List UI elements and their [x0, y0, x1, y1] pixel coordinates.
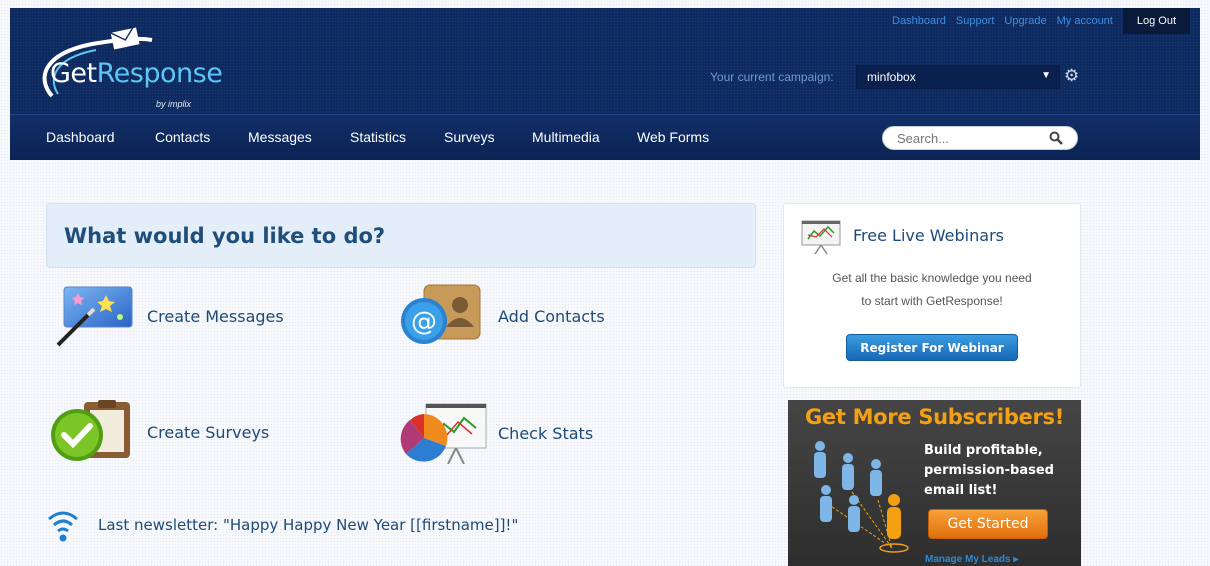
webinar-box: Free Live Webinars Get all the basic kno…: [783, 203, 1081, 388]
wifi-broadcast-icon: [48, 511, 78, 542]
last-newsletter[interactable]: Last newsletter: "Happy Happy New Year […: [46, 505, 518, 545]
manage-leads-link[interactable]: Manage My Leads ▸: [925, 554, 1018, 565]
check-stats-label: Check Stats: [498, 423, 594, 443]
top-link-my-account[interactable]: My account: [1057, 15, 1113, 27]
top-link-support[interactable]: Support: [956, 15, 995, 27]
logo-text: GetResponse: [50, 58, 223, 89]
promo-title: Get More Subscribers!: [804, 405, 1065, 429]
nav-multimedia[interactable]: Multimedia: [532, 129, 600, 145]
nav-web-forms[interactable]: Web Forms: [637, 129, 709, 145]
getresponse-logo[interactable]: GetResponse by implix: [32, 24, 232, 109]
campaign-value: minfobox: [867, 70, 916, 84]
search-box: [882, 126, 1078, 150]
promo-text: Build profitable, permission-based email…: [924, 443, 1054, 498]
nav-messages[interactable]: Messages: [248, 129, 312, 145]
main-nav: Dashboard Contacts Messages Statistics S…: [10, 114, 1200, 160]
create-surveys-action[interactable]: Create Surveys: [50, 400, 269, 464]
get-subscribers-banner: Get More Subscribers! Build profitable, …: [788, 400, 1081, 566]
logo-byline: by implix: [156, 99, 192, 109]
address-book-icon: @: [401, 284, 481, 344]
create-messages-action[interactable]: Create Messages: [54, 283, 284, 349]
webinar-title: Free Live Webinars: [853, 226, 1004, 245]
register-webinar-button[interactable]: Register For Webinar: [846, 334, 1018, 361]
campaign-label: Your current campaign:: [710, 70, 834, 84]
svg-text:@: @: [411, 307, 437, 337]
stats-chart-icon: [400, 403, 487, 464]
webinar-text-line1: Get all the basic knowledge you need: [832, 271, 1032, 285]
gear-icon[interactable]: ⚙: [1064, 66, 1079, 86]
webinar-text-line2: to start with GetResponse!: [861, 294, 1003, 308]
nav-statistics[interactable]: Statistics: [350, 129, 406, 145]
create-surveys-label: Create Surveys: [147, 422, 270, 442]
page-title: What would you like to do?: [64, 224, 386, 248]
campaign-select[interactable]: minfobox ▼: [856, 65, 1060, 89]
top-links: Dashboard Support Upgrade My account Log…: [892, 8, 1200, 34]
top-link-upgrade[interactable]: Upgrade: [1004, 15, 1046, 27]
nav-contacts[interactable]: Contacts: [155, 129, 210, 145]
top-link-dashboard[interactable]: Dashboard: [892, 15, 946, 27]
logout-button[interactable]: Log Out: [1122, 8, 1190, 34]
magic-wand-icon: [56, 286, 133, 347]
survey-clipboard-icon: [51, 400, 130, 461]
nav-dashboard[interactable]: Dashboard: [46, 129, 115, 145]
nav-surveys[interactable]: Surveys: [444, 129, 495, 145]
people-network-icon: [814, 441, 909, 553]
create-messages-label: Create Messages: [147, 306, 284, 326]
add-contacts-action[interactable]: @ Add Contacts: [400, 283, 605, 349]
search-input[interactable]: [897, 130, 1047, 147]
add-contacts-label: Add Contacts: [498, 306, 605, 326]
check-stats-action[interactable]: Check Stats: [400, 402, 593, 464]
get-started-button[interactable]: Get Started: [928, 509, 1048, 539]
presentation-board-icon: [801, 220, 841, 255]
dropdown-arrow-icon: ▼: [1041, 70, 1051, 81]
search-icon[interactable]: [1049, 131, 1063, 145]
what-to-do-banner: What would you like to do?: [46, 203, 756, 268]
header: GetResponse by implix Dashboard Support …: [10, 8, 1200, 160]
last-newsletter-text[interactable]: Last newsletter: "Happy Happy New Year […: [98, 516, 518, 534]
